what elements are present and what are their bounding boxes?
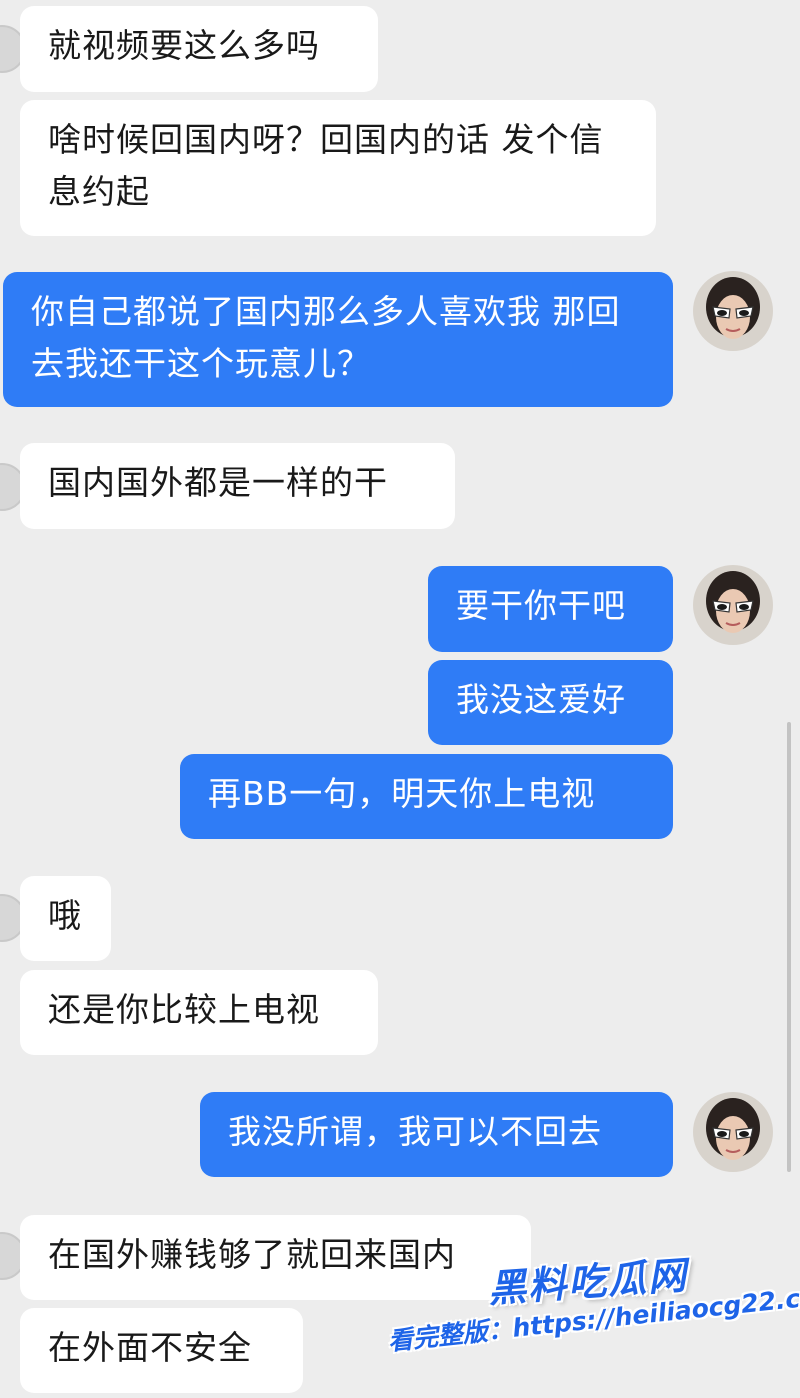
user-avatar-image <box>693 565 773 645</box>
user-avatar-image <box>693 1092 773 1172</box>
message-outgoing[interactable]: 要干你干吧 <box>428 566 673 652</box>
message-incoming[interactable]: 还是你比较上电视 <box>20 970 378 1055</box>
scrollbar[interactable] <box>787 722 791 1172</box>
message-incoming[interactable]: 国内国外都是一样的干 <box>20 443 455 529</box>
message-outgoing[interactable]: 我没所谓，我可以不回去 <box>200 1092 673 1177</box>
message-incoming[interactable]: 啥时候回国内呀？回国内的话 发个信息约起 <box>20 100 656 236</box>
message-incoming[interactable]: 在外面不安全 <box>20 1308 303 1393</box>
message-incoming[interactable]: 哦 <box>20 876 111 961</box>
user-avatar[interactable] <box>693 565 773 645</box>
message-incoming[interactable]: 就视频要这么多吗 <box>20 6 378 92</box>
message-outgoing[interactable]: 我没这爱好 <box>428 660 673 745</box>
message-outgoing[interactable]: 你自己都说了国内那么多人喜欢我 那回去我还干这个玩意儿？ <box>3 272 673 407</box>
user-avatar[interactable] <box>693 271 773 351</box>
user-avatar[interactable] <box>693 1092 773 1172</box>
user-avatar-image <box>693 271 773 351</box>
message-incoming[interactable]: 在国外赚钱够了就回来国内 <box>20 1215 531 1300</box>
message-outgoing[interactable]: 再BB一句，明天你上电视 <box>180 754 673 839</box>
